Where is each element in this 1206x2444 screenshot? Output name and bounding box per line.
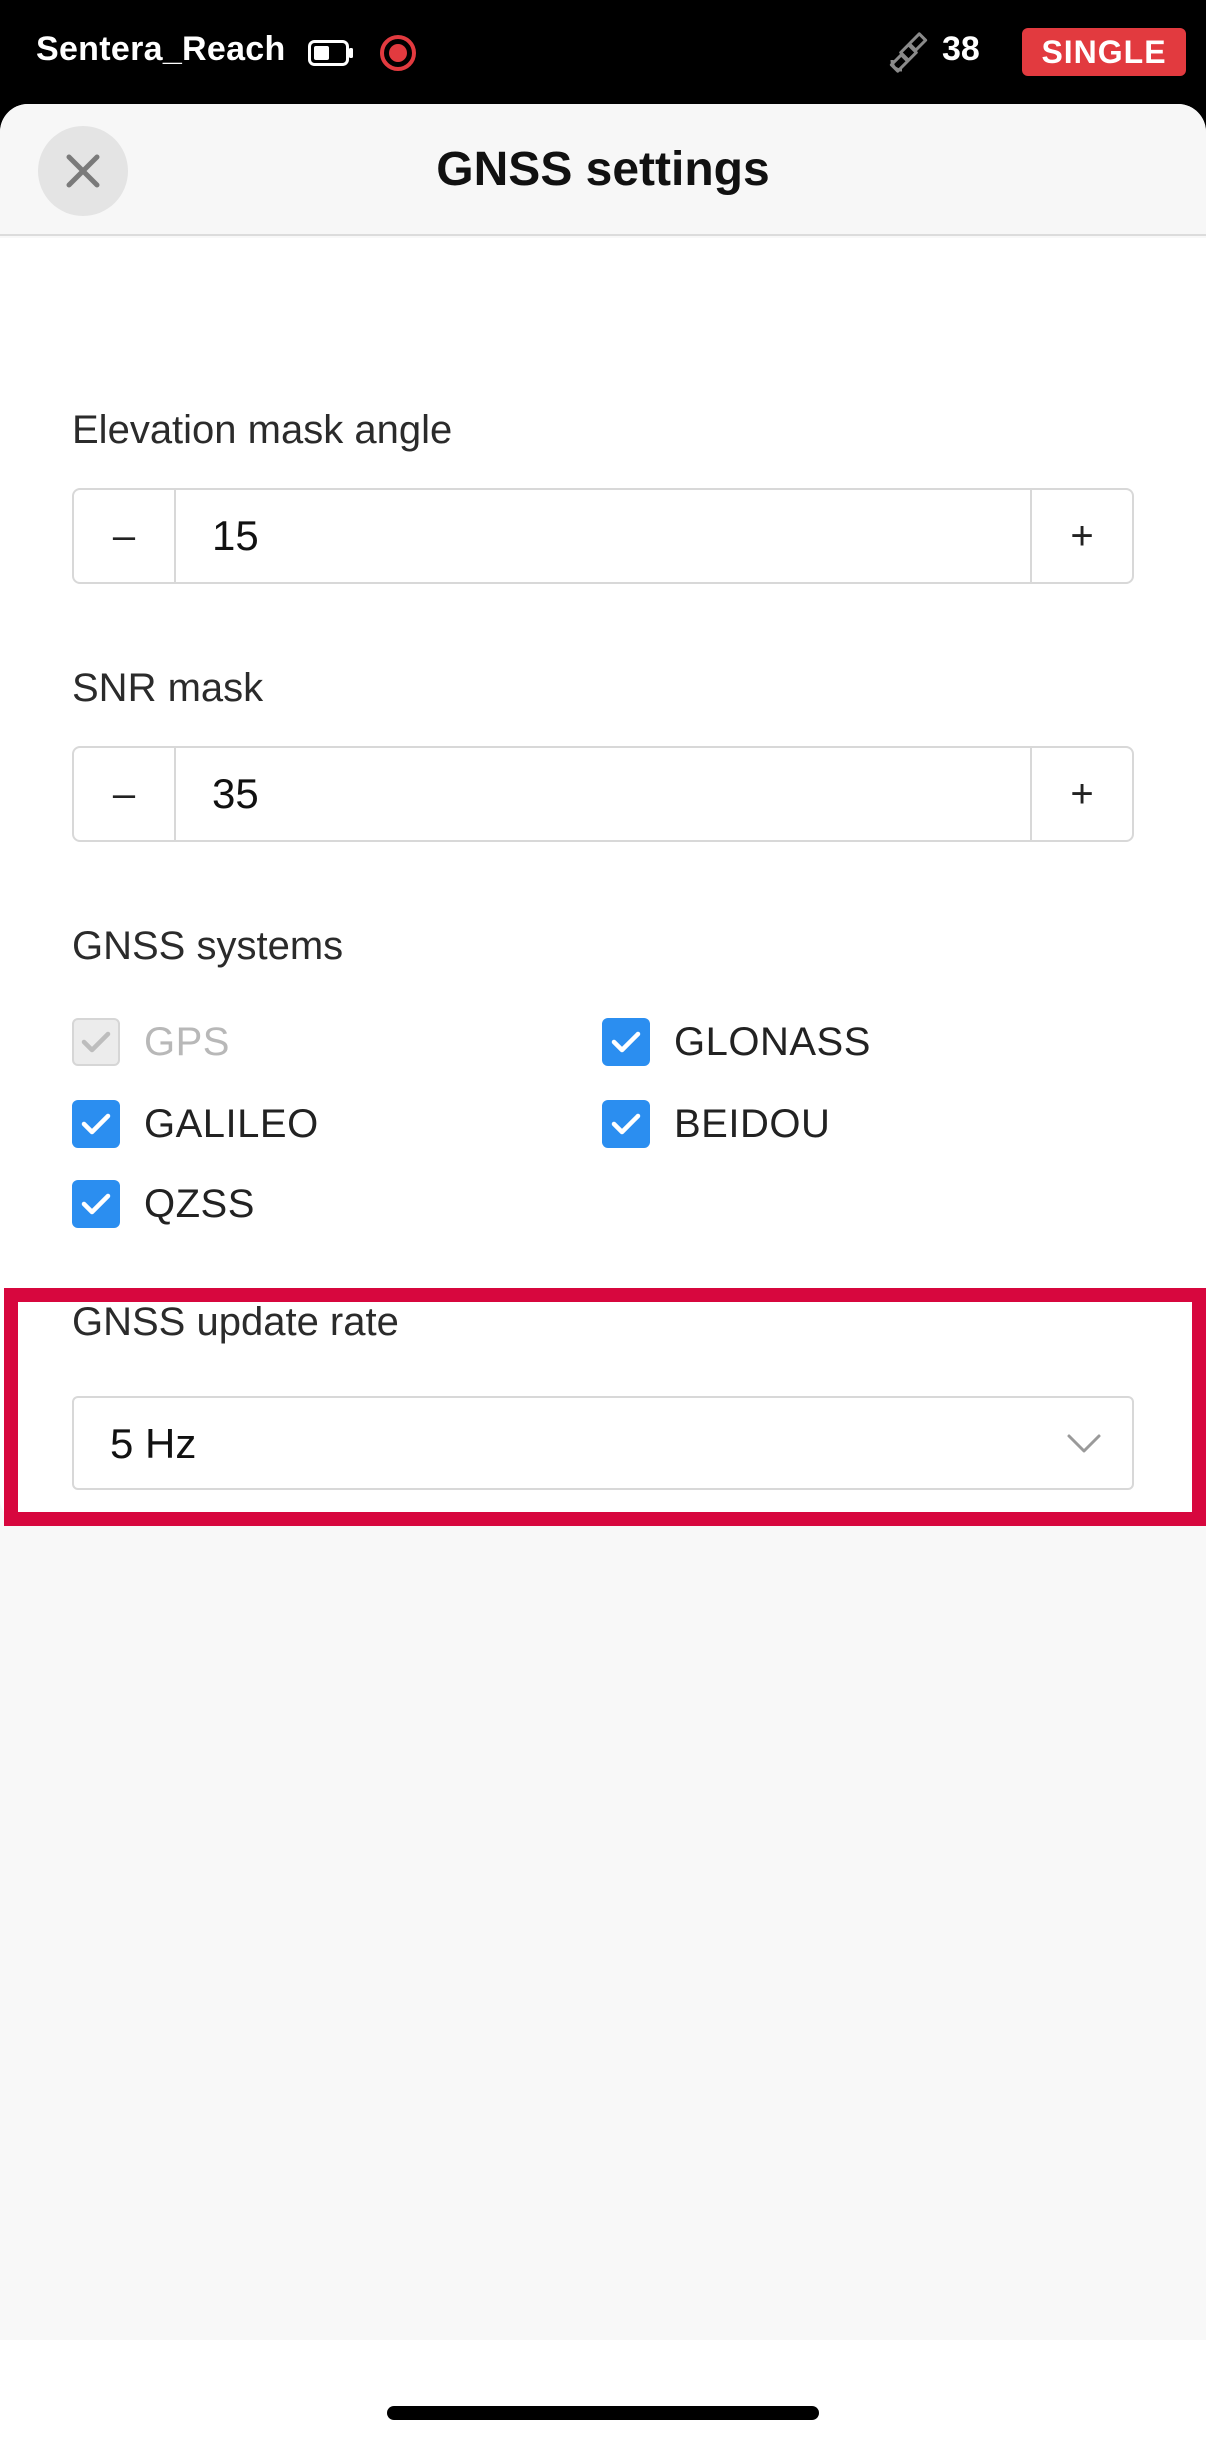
glonass-label[interactable]: GLONASS — [674, 1020, 871, 1065]
checkbox-qzss[interactable]: QZSS — [72, 1178, 255, 1230]
bottom-bar — [0, 2340, 1206, 2444]
elevation-mask-input[interactable]: 15 — [178, 490, 1030, 582]
checkmark-icon — [611, 1031, 641, 1053]
snr-mask-stepper: – 35 + — [72, 746, 1134, 842]
satellite-count: 38 — [942, 30, 980, 68]
elevation-mask-label: Elevation mask angle — [72, 408, 453, 452]
record-icon — [380, 35, 416, 71]
snr-decrement-button[interactable]: – — [74, 748, 176, 840]
solution-status-badge[interactable]: SINGLE — [1022, 28, 1186, 76]
elevation-mask-stepper: – 15 + — [72, 488, 1134, 584]
galileo-label[interactable]: GALILEO — [144, 1102, 319, 1147]
checkmark-icon — [81, 1193, 111, 1215]
gps-checkbox — [72, 1018, 120, 1066]
checkbox-beidou[interactable]: BEIDOU — [602, 1098, 830, 1150]
update-rate-select[interactable]: 5 Hz — [72, 1396, 1134, 1490]
checkmark-icon — [611, 1113, 641, 1135]
chevron-down-icon — [1067, 1434, 1101, 1453]
snr-increment-button[interactable]: + — [1030, 748, 1132, 840]
qzss-label[interactable]: QZSS — [144, 1182, 255, 1227]
checkmark-icon — [81, 1113, 111, 1135]
device-name: Sentera_Reach — [36, 30, 286, 68]
gnss-systems-label: GNSS systems — [72, 924, 344, 968]
status-bar: Sentera_Reach 38 SINGLE — [0, 0, 1206, 104]
checkbox-glonass[interactable]: GLONASS — [602, 1016, 871, 1068]
elevation-increment-button[interactable]: + — [1030, 490, 1132, 582]
snr-mask-label: SNR mask — [72, 666, 264, 710]
gps-label: GPS — [144, 1019, 230, 1064]
satellite-icon — [889, 32, 928, 73]
beidou-label[interactable]: BEIDOU — [674, 1102, 830, 1147]
battery-icon — [308, 40, 353, 66]
gnss-settings-sheet: GNSS settings Elevation mask angle – 15 … — [0, 104, 1206, 2444]
checkmark-icon — [81, 1031, 111, 1053]
beidou-checkbox[interactable] — [602, 1100, 650, 1148]
sheet-header: GNSS settings — [0, 104, 1206, 236]
checkbox-gps: GPS — [72, 1016, 230, 1068]
galileo-checkbox[interactable] — [72, 1100, 120, 1148]
update-rate-value[interactable]: 5 Hz — [110, 1420, 196, 1468]
checkbox-galileo[interactable]: GALILEO — [72, 1098, 319, 1150]
qzss-checkbox[interactable] — [72, 1180, 120, 1228]
home-indicator[interactable] — [387, 2406, 819, 2420]
snr-mask-input[interactable]: 35 — [178, 748, 1030, 840]
elevation-decrement-button[interactable]: – — [74, 490, 176, 582]
glonass-checkbox[interactable] — [602, 1018, 650, 1066]
page-title: GNSS settings — [436, 143, 770, 196]
